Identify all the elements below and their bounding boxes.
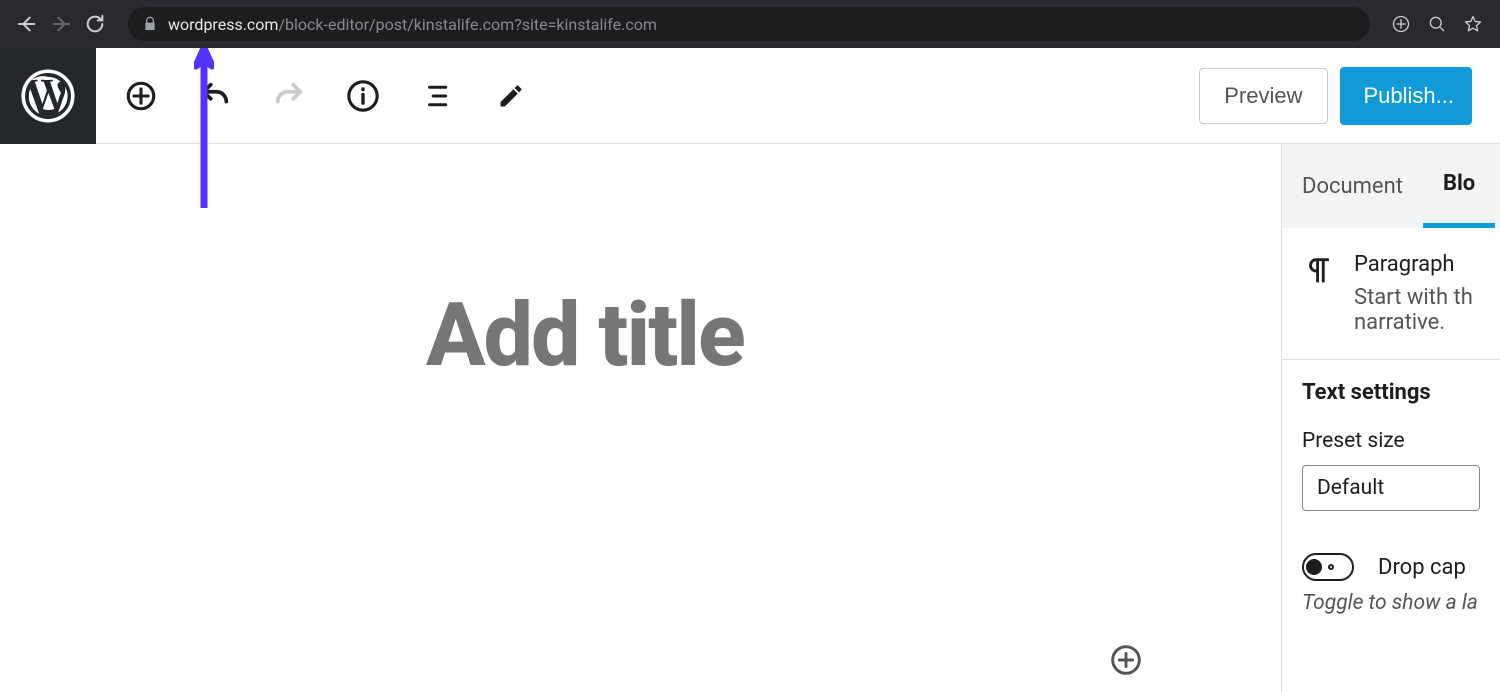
preset-size-select[interactable]: Default [1302,465,1480,511]
add-block-button[interactable] [124,79,158,113]
preset-size-label: Preset size [1302,429,1480,453]
redo-button[interactable] [272,79,306,113]
lock-icon [142,16,158,32]
sidebar-tabs: Document Blo [1282,144,1500,228]
url-domain: wordpress.com [168,15,278,34]
preview-button[interactable]: Preview [1199,68,1327,124]
edit-button[interactable] [494,79,528,113]
star-icon[interactable] [1460,11,1486,37]
tab-block[interactable]: Blo [1423,144,1495,228]
info-button[interactable] [346,79,380,113]
back-button[interactable] [14,11,40,37]
text-settings-heading: Text settings [1302,380,1480,405]
editor-toolbar: Preview Publish... [96,48,1500,143]
publish-button[interactable]: Publish... [1340,67,1473,125]
tab-document[interactable]: Document [1282,144,1423,228]
toggle-knob-icon [1306,559,1322,575]
app-header: Preview Publish... [0,48,1500,144]
url-path: /block-editor/post/kinstalife.com?site=k… [278,15,656,34]
editor-canvas[interactable]: Add title [0,144,1281,692]
forward-button[interactable] [48,11,74,37]
title-input[interactable]: Add title [426,284,1281,387]
settings-sidebar: Document Blo Paragraph Start with th nar… [1281,144,1500,692]
reload-button[interactable] [82,11,108,37]
zoom-icon[interactable] [1424,11,1450,37]
wordpress-icon [21,69,75,123]
dropcap-toggle[interactable] [1302,553,1354,581]
toolbar-right: Preview Publish... [1199,67,1472,125]
wordpress-logo[interactable] [0,48,96,144]
address-bar[interactable]: wordpress.com/block-editor/post/kinstali… [128,7,1370,41]
block-description: Start with th narrative. [1354,285,1473,335]
url-text: wordpress.com/block-editor/post/kinstali… [168,15,657,34]
annotation-arrow-icon [194,48,214,208]
dropcap-help-text: Toggle to show a la [1302,591,1480,615]
chrome-right-controls [1378,11,1486,37]
block-summary: Paragraph Start with th narrative. [1282,228,1500,360]
add-tab-icon[interactable] [1388,11,1414,37]
add-block-inline-button[interactable] [1110,644,1142,676]
text-settings-section: Text settings Preset size Default Drop c… [1282,360,1500,635]
block-title: Paragraph [1354,252,1473,277]
paragraph-icon [1302,252,1336,335]
outline-button[interactable] [420,79,454,113]
dropcap-label: Drop cap [1378,555,1466,580]
browser-chrome: wordpress.com/block-editor/post/kinstali… [0,0,1500,48]
main-content: Add title Document Blo Paragraph Start w… [0,144,1500,692]
toggle-dot-icon [1328,564,1334,570]
